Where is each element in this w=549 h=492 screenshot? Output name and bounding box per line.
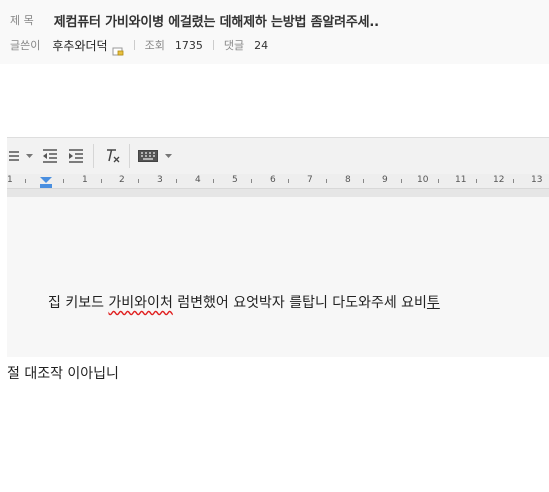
clear-format-icon[interactable]	[103, 146, 123, 166]
ruler-number: 11	[455, 175, 467, 185]
divider	[133, 40, 135, 50]
ruler-edge	[7, 189, 549, 197]
ruler-number: 5	[232, 175, 238, 185]
ruler-tick	[438, 179, 439, 183]
ruler-tick	[101, 179, 102, 183]
ruler-tick	[513, 179, 514, 183]
ruler-number: 3	[157, 175, 163, 185]
title-row: 제 목 제컴퓨터 가비와이병 에걸렸는 데해제하 는방법 좀알려주세..	[10, 10, 379, 30]
dropdown-arrow-icon[interactable]	[23, 146, 35, 166]
document-text[interactable]: 집 키보드 가비와이처 럼변했어 요엇박자 를탑니 다도와주세 요비투	[48, 292, 440, 312]
title-label: 제 목	[10, 14, 34, 27]
ruler-tick	[213, 179, 214, 183]
views-label: 조회	[144, 39, 165, 52]
ruler-number: 9	[382, 175, 388, 185]
ruler-tick	[476, 179, 477, 183]
list-icon[interactable]	[7, 146, 21, 166]
ruler-number: 1	[82, 175, 88, 185]
keyboard-icon[interactable]	[137, 146, 159, 166]
ruler-number: 12	[493, 175, 505, 185]
ruler-tick	[326, 179, 327, 183]
ruler-tick	[138, 179, 139, 183]
ruler-tick	[251, 179, 252, 183]
text-segment: 집 키보드	[48, 295, 109, 311]
ruler-number: 1	[7, 175, 13, 185]
member-icon	[112, 41, 124, 56]
ruler[interactable]: 1 1 2 3 4 5 6 7 8 9 10 11 12 13	[7, 174, 549, 189]
ruler-number: 8	[345, 175, 351, 185]
indent-marker-icon[interactable]	[40, 174, 52, 188]
outdent-icon[interactable]	[40, 146, 60, 166]
comments-count: 24	[254, 38, 269, 52]
ruler-tick	[288, 179, 289, 183]
text-segment: 럼변했어 요엇박자 를탑니 다도와주세 요비	[172, 295, 427, 311]
author-label: 글쓴이	[10, 39, 41, 52]
author-name[interactable]: 후추와더덕	[52, 37, 107, 54]
ruler-number: 4	[195, 175, 201, 185]
ruler-tick	[63, 179, 64, 183]
ruler-number: 10	[417, 175, 429, 185]
ruler-tick	[363, 179, 364, 183]
views-count: 1735	[174, 38, 203, 52]
toolbar-divider	[93, 144, 94, 168]
post-header: 제 목 제컴퓨터 가비와이병 에걸렸는 데해제하 는방법 좀알려주세.. 글쓴이…	[0, 0, 549, 64]
text-cursor-char: 투	[426, 295, 440, 311]
divider	[212, 40, 214, 50]
ruler-number: 13	[531, 175, 543, 185]
meta-row: 글쓴이 후추와더덕 조회 1735 댓글 24	[10, 36, 269, 56]
misspelled-word[interactable]: 가비와이처	[108, 295, 172, 311]
comments-label: 댓글	[223, 39, 245, 52]
ruler-number: 2	[119, 175, 125, 185]
editor-toolbar	[7, 137, 549, 175]
ruler-number: 7	[307, 175, 313, 185]
ruler-tick	[176, 179, 177, 183]
toolbar-divider	[129, 144, 130, 168]
indent-icon[interactable]	[66, 146, 86, 166]
ruler-tick	[25, 179, 26, 183]
ruler-number: 6	[270, 175, 276, 185]
editor-area[interactable]	[7, 197, 549, 357]
dropdown-arrow-icon[interactable]	[162, 146, 174, 166]
below-text: 절 대조작 이아닙니	[7, 366, 119, 382]
post-title[interactable]: 제컴퓨터 가비와이병 에걸렸는 데해제하 는방법 좀알려주세..	[54, 11, 379, 30]
ruler-tick	[401, 179, 402, 183]
